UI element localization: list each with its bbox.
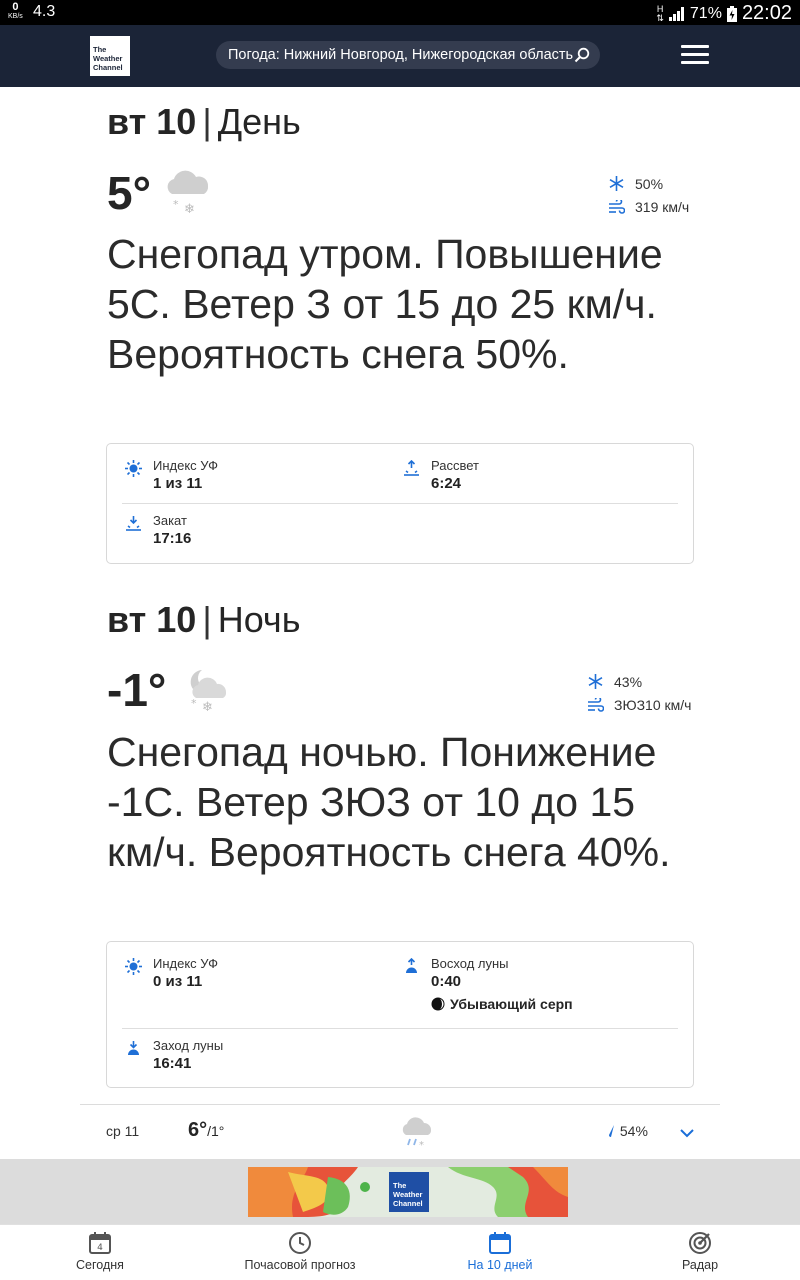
ad-banner[interactable]: The Weather Channel: [248, 1167, 568, 1217]
network-type: H ⇅: [656, 3, 664, 23]
day-label: ср 11: [106, 1123, 140, 1139]
card-divider: [122, 1028, 678, 1029]
uv-sun-icon: [125, 958, 142, 975]
nav-radar[interactable]: Радар: [600, 1231, 800, 1272]
calendar-day-icon: 4: [89, 1232, 111, 1254]
svg-text:❄: ❄: [202, 700, 213, 712]
temperature: -1°: [107, 664, 167, 716]
network-speed: 0 KB/s: [8, 1, 23, 21]
wind-icon: [588, 697, 604, 712]
sunset-icon: [126, 516, 141, 531]
battery-percent: 71%: [689, 4, 722, 22]
nav-today[interactable]: 4 Сегодня: [0, 1231, 200, 1272]
radar-icon: [689, 1232, 711, 1254]
forecast-narrative: Снегопад утром. Повышение 5С. Ветер З от…: [107, 231, 663, 377]
menu-line: [681, 45, 709, 48]
card-divider: [122, 503, 678, 504]
cloud-snow-icon: * ❄: [167, 170, 209, 214]
waning-crescent-icon: [431, 997, 445, 1011]
precip-chance: 54%: [608, 1123, 648, 1139]
sunrise-icon: [404, 460, 419, 476]
menu-line: [681, 53, 709, 56]
nav-10-day[interactable]: На 10 дней: [400, 1231, 600, 1272]
moonset: Заход луны 16:41: [128, 1038, 223, 1074]
menu-line: [681, 61, 709, 64]
moonrise: Восход луны 0:40 Убывающий серп: [406, 956, 573, 1012]
svg-text:*: *: [191, 697, 197, 710]
bottom-navigation: 4 Сегодня Почасовой прогноз На 10 дней Р…: [0, 1224, 800, 1280]
temperature-high-low: 6°/1°: [188, 1119, 225, 1141]
search-text: Погода: Нижний Новгород, Нижегородская о…: [228, 47, 574, 63]
night-details-card: Индекс УФ 0 из 11 Восход луны 0:40 Убыва…: [106, 941, 694, 1088]
wind: ЗЮЗ10 км/ч: [587, 693, 691, 716]
svg-text:*: *: [419, 1140, 424, 1149]
temperature: 5°: [107, 167, 151, 219]
period-title: вт 10 | Ночь: [107, 599, 301, 640]
period-title: вт 10 | День: [107, 101, 301, 142]
location-search[interactable]: Погода: Нижний Новгород, Нижегородская о…: [216, 41, 600, 69]
nav-hourly[interactable]: Почасовой прогноз: [200, 1231, 400, 1272]
svg-text:4: 4: [97, 1243, 103, 1253]
chevron-down-icon[interactable]: [680, 1129, 694, 1138]
svg-text:❄: ❄: [184, 202, 195, 214]
moon-cloud-snow-icon: * ❄: [190, 670, 227, 712]
status-number: 4.3: [33, 3, 56, 20]
hamburger-menu-button[interactable]: [681, 45, 709, 67]
day-side-stats: 50% 319 км/ч: [608, 172, 689, 218]
raindrop-icon: [609, 1125, 614, 1137]
moon-phase: Убывающий серп: [431, 996, 573, 1012]
status-bar: 0 KB/s 4.3 H ⇅ 71% 22:02: [0, 0, 800, 25]
precip-chance: 50%: [608, 172, 689, 195]
app-header: The Weather Channel Погода: Нижний Новго…: [0, 25, 800, 87]
ad-weather-channel-logo: The Weather Channel: [389, 1172, 429, 1212]
night-side-stats: 43% ЗЮЗ10 км/ч: [587, 670, 691, 716]
snowflake-icon: [609, 176, 624, 191]
clock-icon: [289, 1232, 311, 1254]
moonrise-icon: [406, 958, 417, 973]
svg-text:*: *: [173, 198, 179, 211]
precip-chance: 43%: [587, 670, 691, 693]
wind-icon: [609, 199, 625, 214]
day-details-card: Индекс УФ 1 из 11 Рассвет 6:24 Закат 17:…: [106, 443, 694, 564]
snowflake-icon: [588, 674, 603, 689]
calendar-icon: [489, 1232, 511, 1254]
wind: 319 км/ч: [608, 195, 689, 218]
uv-index: Индекс УФ 0 из 11: [125, 956, 218, 992]
signal-icon: [668, 6, 684, 21]
moonset-icon: [128, 1041, 139, 1055]
clock: 22:02: [741, 2, 792, 24]
forecast-narrative: Снегопад ночью. Понижение -1С. Ветер ЗЮЗ…: [107, 729, 671, 875]
daily-row-wed-11[interactable]: ср 11 6°/1° * 54%: [80, 1104, 720, 1159]
uv-sun-icon: [125, 460, 142, 477]
weather-channel-logo[interactable]: The Weather Channel: [90, 36, 130, 76]
ad-area: The Weather Channel: [0, 1159, 800, 1224]
sunrise: Рассвет 6:24: [404, 458, 479, 494]
battery-charging-icon: [726, 5, 737, 22]
search-icon[interactable]: [574, 47, 590, 63]
sunset: Закат 17:16: [126, 513, 191, 549]
uv-index: Индекс УФ 1 из 11: [125, 458, 218, 494]
cloud-rain-snow-icon: *: [402, 1117, 432, 1149]
